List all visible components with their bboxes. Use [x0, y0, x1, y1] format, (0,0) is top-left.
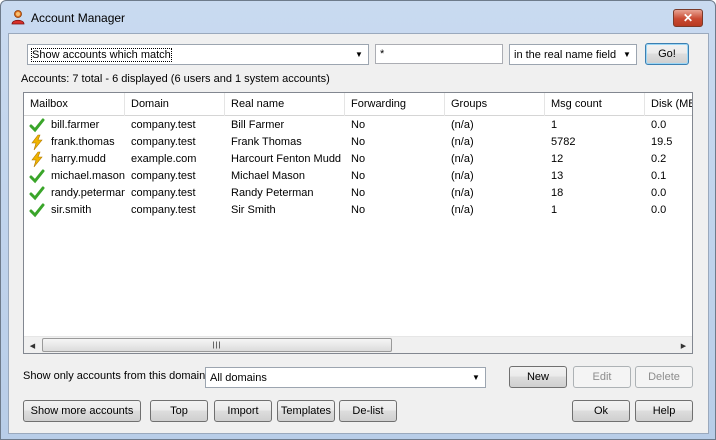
- cell-domain: company.test: [131, 187, 196, 199]
- horizontal-scrollbar[interactable]: ◀ ||| ▶: [24, 336, 692, 353]
- close-icon: ✕: [682, 11, 694, 25]
- pattern-input[interactable]: *: [375, 44, 503, 64]
- cell-mailbox: randy.peterman: [51, 187, 125, 199]
- cell-disk: 0.0: [651, 204, 667, 216]
- cell-forwarding: No: [351, 153, 366, 165]
- accounts-table[interactable]: Mailbox Domain Real name Forwarding Grou…: [23, 92, 693, 354]
- scroll-left-icon[interactable]: ◀: [24, 337, 41, 353]
- chevron-down-icon: ▼: [355, 50, 363, 59]
- table-row[interactable]: bill.farmer company.test Bill Farmer No (n/a…: [24, 117, 692, 134]
- table-row[interactable]: harry.mudd example.com Harcourt Fenton Mud…: [24, 151, 692, 168]
- edit-button[interactable]: Edit: [573, 366, 631, 388]
- cell-domain: company.test: [131, 170, 196, 182]
- domain-filter-value: All domains: [210, 371, 267, 384]
- cell-groups: (n/a): [451, 119, 474, 131]
- cell-groups: (n/a): [451, 204, 474, 216]
- user-icon: [11, 10, 25, 25]
- cell-disk: 0.0: [651, 187, 667, 199]
- cell-msg-count: 5782: [551, 136, 576, 148]
- cell-msg-count: 12: [551, 153, 564, 165]
- match-mode-value: Show accounts which match: [31, 47, 172, 62]
- cell-mailbox: bill.farmer: [51, 119, 100, 131]
- cell-real-name: Randy Peterman: [231, 187, 314, 199]
- go-button[interactable]: Go!: [645, 43, 689, 65]
- cell-real-name: Harcourt Fenton Mudd: [231, 153, 342, 165]
- field-select-value: in the real name field: [514, 48, 617, 61]
- table-row[interactable]: randy.peterman company.test Randy Peterman…: [24, 185, 692, 202]
- domain-filter-select[interactable]: All domains ▼: [205, 367, 486, 388]
- accounts-summary: Accounts: 7 total - 6 displayed (6 users…: [21, 73, 330, 85]
- cell-domain: example.com: [131, 153, 197, 165]
- cell-disk: 0.1: [651, 170, 667, 182]
- chevron-down-icon: ▼: [623, 50, 631, 59]
- cell-forwarding: No: [351, 187, 366, 199]
- cell-real-name: Michael Mason: [231, 170, 305, 182]
- cell-disk: 0.2: [651, 153, 667, 165]
- close-button[interactable]: ✕: [673, 9, 703, 27]
- cell-groups: (n/a): [451, 170, 474, 182]
- import-button[interactable]: Import: [214, 400, 272, 422]
- cell-msg-count: 18: [551, 187, 564, 199]
- table-row[interactable]: frank.thomas company.test Frank Thomas No (n…: [24, 134, 692, 151]
- cell-groups: (n/a): [451, 153, 474, 165]
- templates-button[interactable]: Templates: [277, 400, 335, 422]
- cell-real-name: Frank Thomas: [231, 136, 302, 148]
- table-row[interactable]: sir.smith company.test Sir Smith No (n/a) 1 0.…: [24, 202, 692, 219]
- cell-groups: (n/a): [451, 136, 474, 148]
- client-area: Show accounts which match ▼ * in the rea…: [8, 33, 709, 434]
- cell-mailbox: frank.thomas: [51, 136, 115, 148]
- scroll-right-icon[interactable]: ▶: [675, 337, 692, 353]
- cell-msg-count: 1: [551, 204, 558, 216]
- cell-msg-count: 13: [551, 170, 564, 182]
- cell-mailbox: harry.mudd: [51, 153, 106, 165]
- cell-domain: company.test: [131, 119, 196, 131]
- column-header-disk[interactable]: Disk (MB: [645, 93, 692, 116]
- cell-domain: company.test: [131, 204, 196, 216]
- table-header: Mailbox Domain Real name Forwarding Grou…: [24, 93, 692, 116]
- field-select[interactable]: in the real name field ▼: [509, 44, 637, 65]
- domain-filter-label: Show only accounts from this domain: [23, 370, 206, 382]
- column-header-forwarding[interactable]: Forwarding: [345, 93, 445, 116]
- new-button[interactable]: New: [509, 366, 567, 388]
- cell-mailbox: sir.smith: [51, 204, 92, 216]
- cell-forwarding: No: [351, 170, 366, 182]
- cell-real-name: Sir Smith: [231, 204, 276, 216]
- cell-msg-count: 1: [551, 119, 558, 131]
- title-bar[interactable]: Account Manager ✕: [1, 1, 715, 33]
- cell-disk: 19.5: [651, 136, 673, 148]
- top-button[interactable]: Top: [150, 400, 208, 422]
- show-more-accounts-button[interactable]: Show more accounts: [23, 400, 141, 422]
- help-button[interactable]: Help: [635, 400, 693, 422]
- column-header-msg-count[interactable]: Msg count: [545, 93, 645, 116]
- cell-disk: 0.0: [651, 119, 667, 131]
- cell-groups: (n/a): [451, 187, 474, 199]
- delist-button[interactable]: De-list: [339, 400, 397, 422]
- ok-button[interactable]: Ok: [572, 400, 630, 422]
- delete-button[interactable]: Delete: [635, 366, 693, 388]
- scrollbar-thumb[interactable]: |||: [42, 338, 392, 352]
- column-header-mailbox[interactable]: Mailbox: [24, 93, 125, 116]
- cell-forwarding: No: [351, 136, 366, 148]
- window-title: Account Manager: [31, 11, 126, 25]
- column-header-real-name[interactable]: Real name: [225, 93, 345, 116]
- cell-forwarding: No: [351, 204, 366, 216]
- cell-forwarding: No: [351, 119, 366, 131]
- cell-mailbox: michael.mason: [51, 170, 125, 182]
- column-header-groups[interactable]: Groups: [445, 93, 545, 116]
- cell-domain: company.test: [131, 136, 196, 148]
- account-manager-window: Account Manager ✕ Show accounts which ma…: [0, 0, 716, 440]
- table-row[interactable]: michael.mason company.test Michael Mason No…: [24, 168, 692, 185]
- column-header-domain[interactable]: Domain: [125, 93, 225, 116]
- match-mode-select[interactable]: Show accounts which match ▼: [27, 44, 369, 65]
- chevron-down-icon: ▼: [472, 373, 480, 382]
- cell-real-name: Bill Farmer: [231, 119, 285, 131]
